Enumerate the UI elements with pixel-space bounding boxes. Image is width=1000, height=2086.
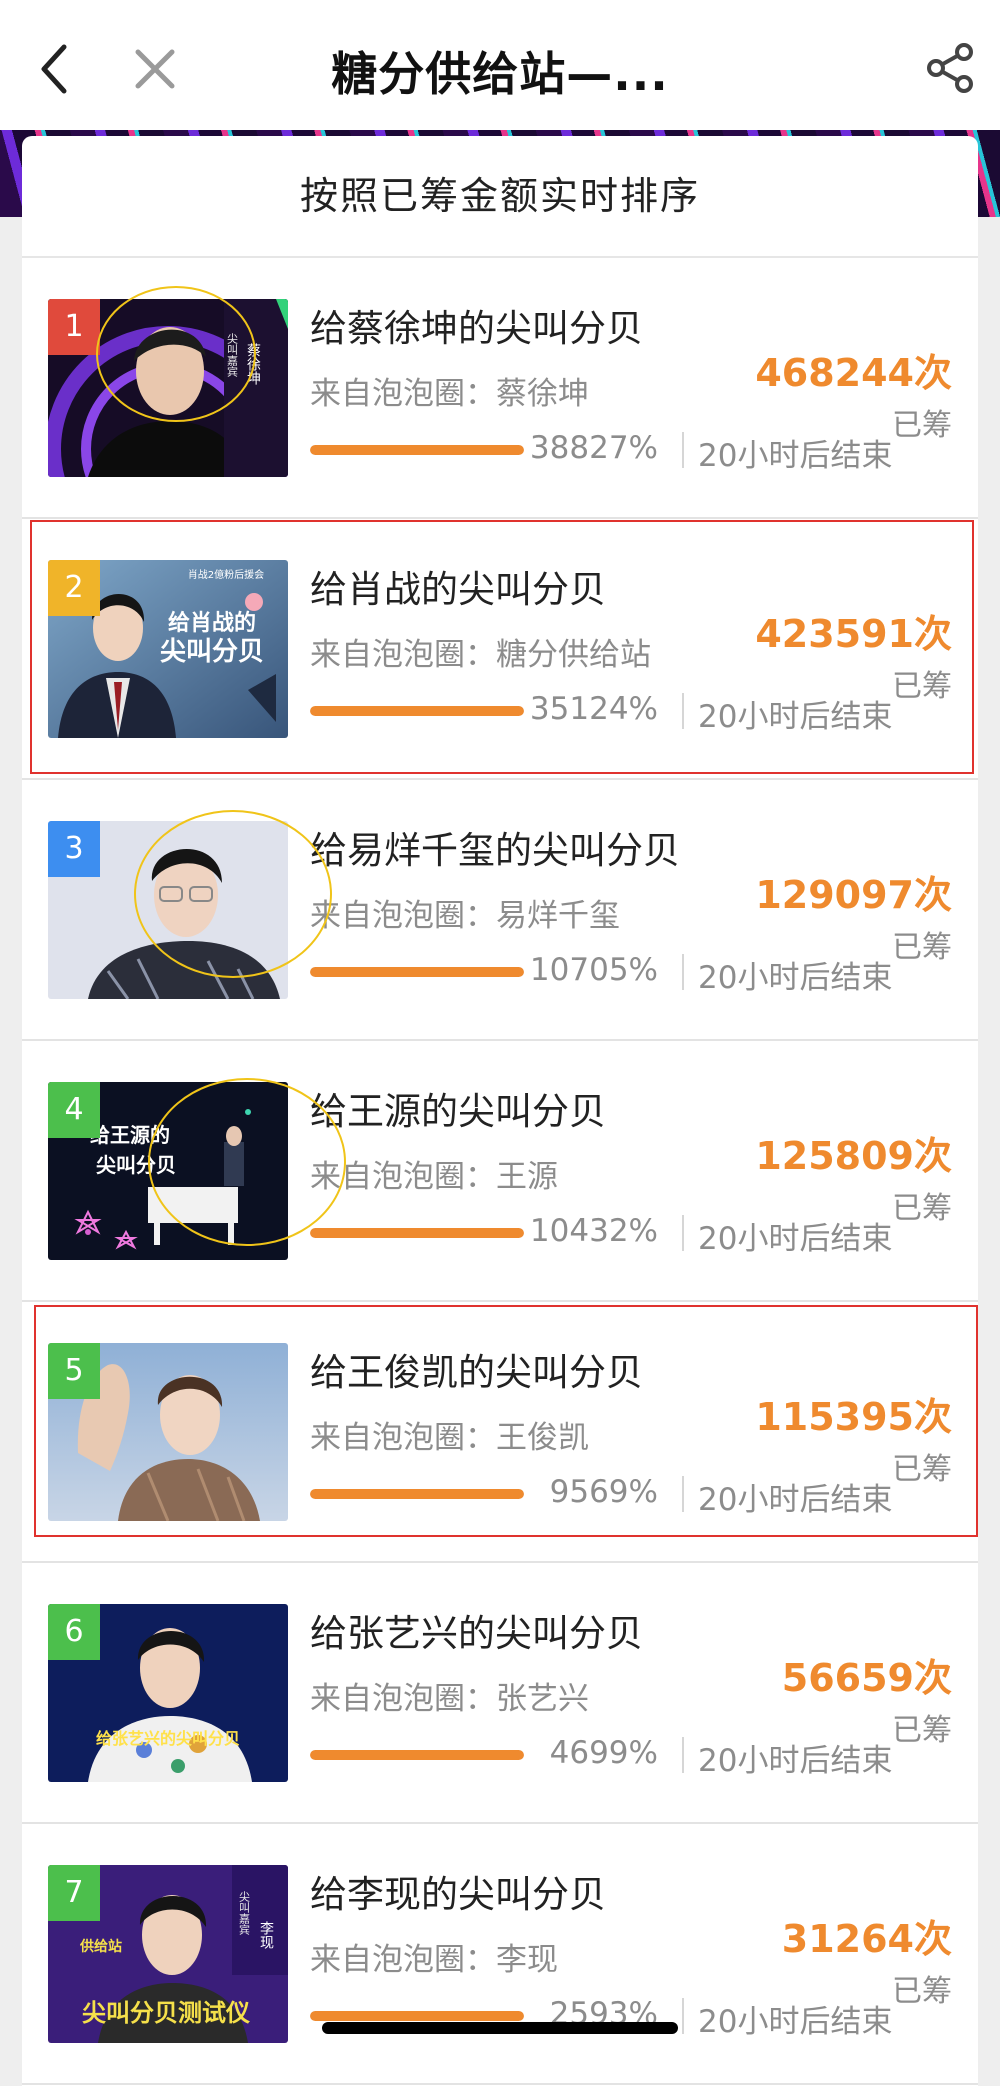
item-title: 给张艺兴的尖叫分贝 <box>310 1612 643 1655</box>
item-title: 给李现的尖叫分贝 <box>310 1873 606 1916</box>
thumb-text: 尖叫嘉宾 <box>238 1891 251 1935</box>
highlight-box <box>34 1305 978 1537</box>
progress-fill <box>310 1750 524 1760</box>
page-title: 糖分供给站—... <box>331 47 669 101</box>
divider <box>682 1215 684 1251</box>
rank-badge: 7 <box>48 1865 100 1921</box>
progress-percent: 38827% <box>529 430 658 466</box>
thumb-text: 尖叫分贝测试仪 <box>82 1999 251 2027</box>
thumbnail-image: 尖叫嘉宾 李现 供给站 尖叫分贝测试仪 7 <box>48 1865 288 2043</box>
highlight-box <box>30 520 974 774</box>
raised-count: 468244次 <box>755 351 952 395</box>
item-source: 来自泡泡圈：王源 <box>310 1159 558 1195</box>
ranking-card: 按照已筹金额实时排序 尖叫嘉宾 蔡徐坤 1 给蔡徐坤的尖叫分贝 来自泡泡圈：蔡徐… <box>22 136 978 2086</box>
item-source: 来自泡泡圈：易烊千玺 <box>310 898 620 934</box>
raised-label: 已筹 <box>892 408 952 443</box>
progress-bar <box>310 1750 524 1760</box>
raised-label: 已筹 <box>892 1191 952 1226</box>
divider <box>682 1737 684 1773</box>
end-time: 20小时后结束 <box>698 438 893 474</box>
raised-count: 129097次 <box>755 873 952 917</box>
progress-percent: 10432% <box>529 1213 658 1249</box>
raised-count: 56659次 <box>781 1656 952 1700</box>
raised-label: 已筹 <box>892 1974 952 2009</box>
divider <box>682 954 684 990</box>
home-indicator[interactable] <box>322 2022 678 2034</box>
progress-fill <box>310 1228 524 1238</box>
list-item[interactable]: 尖叫嘉宾 李现 供给站 尖叫分贝测试仪 7 给李现的尖叫分贝 来自泡泡圈：李现 … <box>22 1824 978 2085</box>
progress-bar <box>310 967 524 977</box>
nav-bar: 糖分供给站—... <box>0 0 1000 130</box>
list-item[interactable]: 给张艺兴的尖叫分贝 6 给张艺兴的尖叫分贝 来自泡泡圈：张艺兴 4699% 20… <box>22 1563 978 1824</box>
end-time: 20小时后结束 <box>698 960 893 996</box>
rank-badge: 6 <box>48 1604 100 1660</box>
thumbnail-image: 给张艺兴的尖叫分贝 6 <box>48 1604 288 1782</box>
divider <box>682 432 684 468</box>
item-title: 给易烊千玺的尖叫分贝 <box>310 829 680 872</box>
highlight-circle <box>134 810 332 978</box>
raised-count: 31264次 <box>781 1917 952 1961</box>
item-source: 来自泡泡圈：蔡徐坤 <box>310 376 589 412</box>
thumb-text: 给张艺兴的尖叫分贝 <box>96 1729 240 1748</box>
raised-label: 已筹 <box>892 930 952 965</box>
progress-percent: 4699% <box>549 1735 658 1771</box>
item-source: 来自泡泡圈：李现 <box>310 1942 558 1978</box>
rank-badge: 3 <box>48 821 100 877</box>
highlight-circle <box>148 1078 346 1246</box>
end-time: 20小时后结束 <box>698 1221 893 1257</box>
sort-header: 按照已筹金额实时排序 <box>22 136 978 258</box>
progress-bar <box>310 445 524 455</box>
progress-percent: 10705% <box>529 952 658 988</box>
raised-count: 125809次 <box>755 1134 952 1178</box>
progress-fill <box>310 445 524 455</box>
highlight-circle <box>96 286 256 422</box>
progress-fill <box>310 967 524 977</box>
share-icon <box>927 43 973 93</box>
divider <box>682 1998 684 2034</box>
thumb-text: 李现 <box>258 1921 274 1950</box>
item-source: 来自泡泡圈：张艺兴 <box>310 1681 589 1717</box>
progress-bar <box>310 1228 524 1238</box>
progress-fill <box>310 2011 524 2021</box>
progress-bar <box>310 2011 524 2021</box>
rank-badge: 4 <box>48 1082 100 1138</box>
end-time: 20小时后结束 <box>698 2004 893 2040</box>
end-time: 20小时后结束 <box>698 1743 893 1779</box>
raised-label: 已筹 <box>892 1713 952 1748</box>
item-title: 给蔡徐坤的尖叫分贝 <box>310 307 643 350</box>
thumb-text: 供给站 <box>79 1938 122 1955</box>
item-title: 给王源的尖叫分贝 <box>310 1090 606 1133</box>
share-button[interactable] <box>920 38 980 98</box>
rank-badge: 1 <box>48 299 100 355</box>
